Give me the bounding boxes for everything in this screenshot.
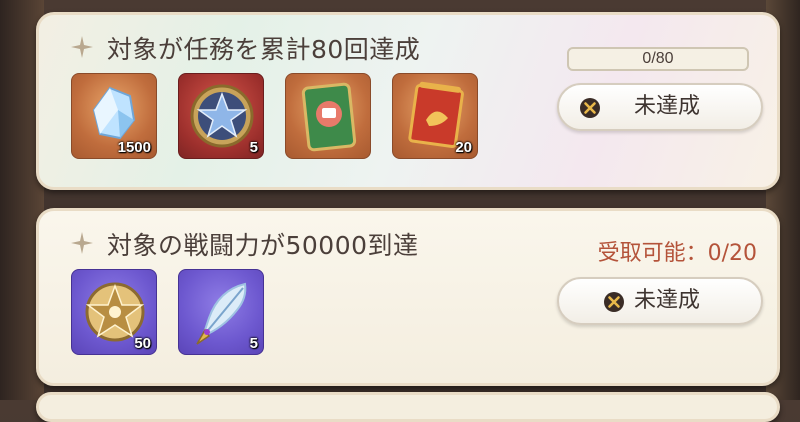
green-card-icon (301, 82, 357, 152)
quest-card-3-partial (36, 392, 780, 422)
quest-progress-bar: 0/80 (567, 47, 749, 71)
status-button[interactable]: 未達成 (557, 277, 763, 325)
reward-quantity: 1500 (117, 139, 151, 156)
quest-card-2: 対象の戦闘力が50000到達 受取可能：0/20 50 5 未達成 (36, 208, 780, 386)
sparkle-icon (71, 232, 93, 254)
quest-title: 対象が任務を累計80回達成 (107, 35, 421, 64)
reward-green-card[interactable] (285, 73, 371, 159)
reward-feather-quill[interactable]: 5 (178, 269, 264, 355)
reward-gold-star-badge[interactable]: 50 (71, 269, 157, 355)
reward-star-medal[interactable]: 5 (178, 73, 264, 159)
status-label: 未達成 (633, 94, 700, 119)
status-label: 未達成 (633, 288, 700, 313)
progress-text: 0/80 (642, 50, 674, 67)
reward-blue-crystal[interactable]: 1500 (71, 73, 157, 159)
reward-red-scroll[interactable]: 20 (392, 73, 478, 159)
quest-title: 対象の戦闘力が50000到達 (107, 231, 419, 260)
reward-quantity: 20 (455, 139, 472, 156)
reward-quantity: 50 (134, 335, 151, 352)
reward-quantity: 5 (249, 139, 258, 156)
reward-quantity: 5 (249, 335, 258, 352)
status-button[interactable]: 未達成 (557, 83, 763, 131)
sparkle-icon (71, 36, 93, 58)
claimable-count: 受取可能：0/20 (597, 241, 757, 266)
quest-card-1: 対象が任務を累計80回達成 1500 5 20 0/80 未達成 (36, 12, 780, 190)
